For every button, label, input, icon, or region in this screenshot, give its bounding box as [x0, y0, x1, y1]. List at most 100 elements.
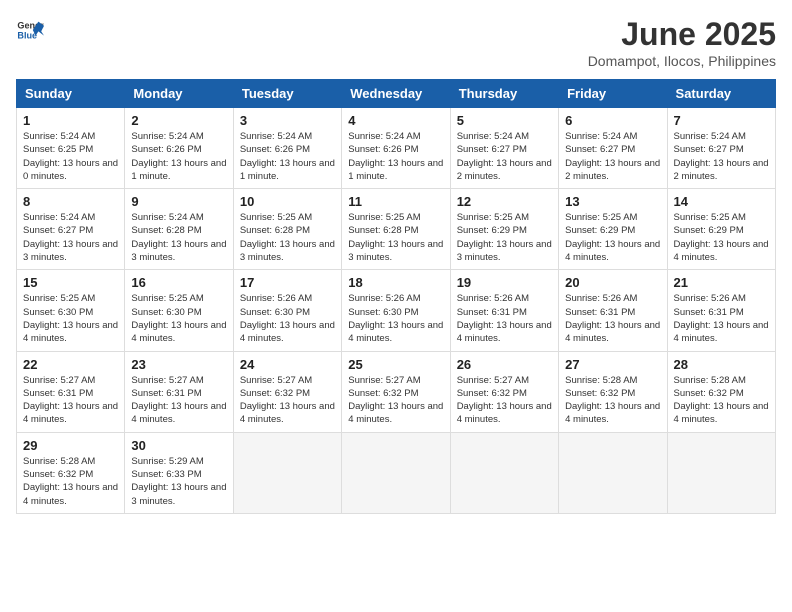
day-number: 25 — [348, 357, 443, 372]
day-info: Sunrise: 5:27 AMSunset: 6:32 PMDaylight:… — [348, 374, 443, 427]
day-info: Sunrise: 5:27 AMSunset: 6:32 PMDaylight:… — [240, 374, 335, 427]
day-number: 7 — [674, 113, 769, 128]
day-info: Sunrise: 5:24 AMSunset: 6:26 PMDaylight:… — [131, 130, 226, 183]
day-number: 26 — [457, 357, 552, 372]
calendar-header-saturday: Saturday — [667, 80, 775, 108]
day-info: Sunrise: 5:24 AMSunset: 6:27 PMDaylight:… — [565, 130, 660, 183]
day-number: 24 — [240, 357, 335, 372]
calendar-cell: 29 Sunrise: 5:28 AMSunset: 6:32 PMDaylig… — [17, 432, 125, 513]
calendar-cell: 23 Sunrise: 5:27 AMSunset: 6:31 PMDaylig… — [125, 351, 233, 432]
day-number: 4 — [348, 113, 443, 128]
day-info: Sunrise: 5:24 AMSunset: 6:27 PMDaylight:… — [457, 130, 552, 183]
calendar-cell — [667, 432, 775, 513]
calendar-cell: 12 Sunrise: 5:25 AMSunset: 6:29 PMDaylig… — [450, 189, 558, 270]
calendar-week-5: 29 Sunrise: 5:28 AMSunset: 6:32 PMDaylig… — [17, 432, 776, 513]
day-number: 30 — [131, 438, 226, 453]
calendar-cell: 15 Sunrise: 5:25 AMSunset: 6:30 PMDaylig… — [17, 270, 125, 351]
day-info: Sunrise: 5:25 AMSunset: 6:29 PMDaylight:… — [457, 211, 552, 264]
day-number: 5 — [457, 113, 552, 128]
day-number: 2 — [131, 113, 226, 128]
calendar-cell: 24 Sunrise: 5:27 AMSunset: 6:32 PMDaylig… — [233, 351, 341, 432]
day-info: Sunrise: 5:25 AMSunset: 6:29 PMDaylight:… — [565, 211, 660, 264]
calendar-cell: 4 Sunrise: 5:24 AMSunset: 6:26 PMDayligh… — [342, 108, 450, 189]
calendar-cell: 26 Sunrise: 5:27 AMSunset: 6:32 PMDaylig… — [450, 351, 558, 432]
day-number: 29 — [23, 438, 118, 453]
calendar-cell: 6 Sunrise: 5:24 AMSunset: 6:27 PMDayligh… — [559, 108, 667, 189]
day-number: 20 — [565, 275, 660, 290]
day-info: Sunrise: 5:25 AMSunset: 6:28 PMDaylight:… — [240, 211, 335, 264]
calendar-header-wednesday: Wednesday — [342, 80, 450, 108]
day-info: Sunrise: 5:26 AMSunset: 6:31 PMDaylight:… — [457, 292, 552, 345]
day-number: 1 — [23, 113, 118, 128]
day-number: 21 — [674, 275, 769, 290]
calendar-cell — [450, 432, 558, 513]
calendar-header-thursday: Thursday — [450, 80, 558, 108]
calendar-cell: 17 Sunrise: 5:26 AMSunset: 6:30 PMDaylig… — [233, 270, 341, 351]
day-info: Sunrise: 5:26 AMSunset: 6:31 PMDaylight:… — [565, 292, 660, 345]
page-subtitle: Domampot, Ilocos, Philippines — [588, 53, 776, 69]
day-number: 23 — [131, 357, 226, 372]
calendar-header-monday: Monday — [125, 80, 233, 108]
day-number: 12 — [457, 194, 552, 209]
calendar-cell — [342, 432, 450, 513]
day-number: 28 — [674, 357, 769, 372]
calendar-cell: 7 Sunrise: 5:24 AMSunset: 6:27 PMDayligh… — [667, 108, 775, 189]
day-info: Sunrise: 5:26 AMSunset: 6:31 PMDaylight:… — [674, 292, 769, 345]
logo: General Blue — [16, 16, 44, 44]
day-number: 15 — [23, 275, 118, 290]
logo-icon: General Blue — [16, 16, 44, 44]
calendar-cell: 25 Sunrise: 5:27 AMSunset: 6:32 PMDaylig… — [342, 351, 450, 432]
calendar-cell: 21 Sunrise: 5:26 AMSunset: 6:31 PMDaylig… — [667, 270, 775, 351]
day-info: Sunrise: 5:27 AMSunset: 6:31 PMDaylight:… — [23, 374, 118, 427]
calendar-cell: 18 Sunrise: 5:26 AMSunset: 6:30 PMDaylig… — [342, 270, 450, 351]
day-info: Sunrise: 5:28 AMSunset: 6:32 PMDaylight:… — [23, 455, 118, 508]
calendar-week-2: 8 Sunrise: 5:24 AMSunset: 6:27 PMDayligh… — [17, 189, 776, 270]
calendar-header-tuesday: Tuesday — [233, 80, 341, 108]
day-number: 17 — [240, 275, 335, 290]
calendar-cell — [233, 432, 341, 513]
calendar-cell: 3 Sunrise: 5:24 AMSunset: 6:26 PMDayligh… — [233, 108, 341, 189]
calendar-header-friday: Friday — [559, 80, 667, 108]
day-number: 10 — [240, 194, 335, 209]
day-number: 19 — [457, 275, 552, 290]
calendar-cell: 13 Sunrise: 5:25 AMSunset: 6:29 PMDaylig… — [559, 189, 667, 270]
day-info: Sunrise: 5:24 AMSunset: 6:27 PMDaylight:… — [674, 130, 769, 183]
calendar-cell: 9 Sunrise: 5:24 AMSunset: 6:28 PMDayligh… — [125, 189, 233, 270]
day-info: Sunrise: 5:24 AMSunset: 6:26 PMDaylight:… — [348, 130, 443, 183]
day-info: Sunrise: 5:29 AMSunset: 6:33 PMDaylight:… — [131, 455, 226, 508]
day-info: Sunrise: 5:24 AMSunset: 6:25 PMDaylight:… — [23, 130, 118, 183]
title-area: June 2025 Domampot, Ilocos, Philippines — [588, 16, 776, 69]
calendar-week-4: 22 Sunrise: 5:27 AMSunset: 6:31 PMDaylig… — [17, 351, 776, 432]
day-number: 22 — [23, 357, 118, 372]
day-number: 27 — [565, 357, 660, 372]
calendar-cell: 27 Sunrise: 5:28 AMSunset: 6:32 PMDaylig… — [559, 351, 667, 432]
day-number: 9 — [131, 194, 226, 209]
calendar-header-sunday: Sunday — [17, 80, 125, 108]
day-info: Sunrise: 5:28 AMSunset: 6:32 PMDaylight:… — [674, 374, 769, 427]
day-info: Sunrise: 5:26 AMSunset: 6:30 PMDaylight:… — [348, 292, 443, 345]
day-number: 13 — [565, 194, 660, 209]
calendar-cell — [559, 432, 667, 513]
calendar-cell: 14 Sunrise: 5:25 AMSunset: 6:29 PMDaylig… — [667, 189, 775, 270]
day-number: 14 — [674, 194, 769, 209]
day-number: 6 — [565, 113, 660, 128]
calendar-cell: 19 Sunrise: 5:26 AMSunset: 6:31 PMDaylig… — [450, 270, 558, 351]
page-title: June 2025 — [588, 16, 776, 53]
day-info: Sunrise: 5:25 AMSunset: 6:30 PMDaylight:… — [23, 292, 118, 345]
calendar-cell: 8 Sunrise: 5:24 AMSunset: 6:27 PMDayligh… — [17, 189, 125, 270]
calendar-table: SundayMondayTuesdayWednesdayThursdayFrid… — [16, 79, 776, 514]
calendar-cell: 20 Sunrise: 5:26 AMSunset: 6:31 PMDaylig… — [559, 270, 667, 351]
calendar-cell: 1 Sunrise: 5:24 AMSunset: 6:25 PMDayligh… — [17, 108, 125, 189]
day-info: Sunrise: 5:27 AMSunset: 6:32 PMDaylight:… — [457, 374, 552, 427]
day-info: Sunrise: 5:28 AMSunset: 6:32 PMDaylight:… — [565, 374, 660, 427]
header: General Blue June 2025 Domampot, Ilocos,… — [16, 16, 776, 69]
day-info: Sunrise: 5:24 AMSunset: 6:27 PMDaylight:… — [23, 211, 118, 264]
day-info: Sunrise: 5:26 AMSunset: 6:30 PMDaylight:… — [240, 292, 335, 345]
day-number: 16 — [131, 275, 226, 290]
calendar-cell: 30 Sunrise: 5:29 AMSunset: 6:33 PMDaylig… — [125, 432, 233, 513]
day-info: Sunrise: 5:25 AMSunset: 6:29 PMDaylight:… — [674, 211, 769, 264]
day-number: 11 — [348, 194, 443, 209]
calendar-cell: 2 Sunrise: 5:24 AMSunset: 6:26 PMDayligh… — [125, 108, 233, 189]
day-info: Sunrise: 5:27 AMSunset: 6:31 PMDaylight:… — [131, 374, 226, 427]
day-number: 8 — [23, 194, 118, 209]
